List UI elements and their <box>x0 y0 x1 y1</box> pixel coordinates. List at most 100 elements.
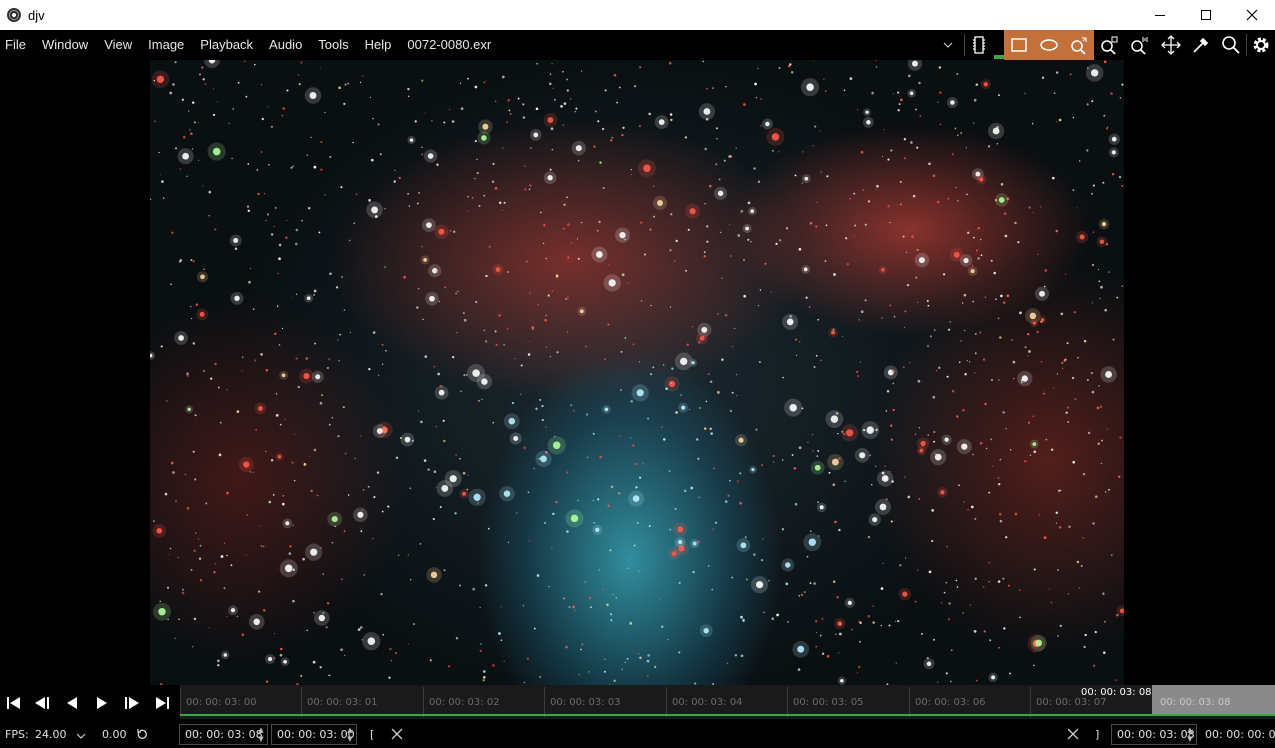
star <box>1108 271 1110 273</box>
star <box>337 435 340 438</box>
star <box>1010 449 1012 451</box>
star <box>1004 234 1008 238</box>
star <box>826 654 830 658</box>
star-glow <box>628 490 645 507</box>
star <box>1106 126 1109 129</box>
star <box>998 512 1002 516</box>
next-frame-button[interactable] <box>120 692 144 714</box>
star <box>860 361 862 363</box>
star <box>482 679 485 682</box>
star <box>435 270 439 273</box>
star-glow <box>279 370 289 380</box>
star <box>890 149 893 152</box>
star <box>641 300 643 302</box>
zoom-frame-icon[interactable] <box>1094 30 1124 60</box>
image-info-icon[interactable] <box>964 30 994 60</box>
set-in-point-button[interactable]: [ <box>370 728 374 741</box>
out-point-field[interactable]: 00: 00: 03: 08 ▲ ▼ <box>1111 724 1197 745</box>
star <box>355 193 358 196</box>
star <box>1033 664 1035 667</box>
file-selector[interactable]: 0072-0080.exr <box>407 30 491 60</box>
pan-icon[interactable] <box>1156 30 1186 60</box>
star <box>190 132 193 136</box>
star <box>1099 405 1103 409</box>
star <box>270 459 274 462</box>
go-to-start-button[interactable] <box>2 692 26 714</box>
star <box>367 485 370 488</box>
star <box>220 555 224 558</box>
star <box>794 338 798 341</box>
minimize-button[interactable] <box>1137 0 1183 30</box>
star <box>463 374 466 377</box>
menu-audio[interactable]: Audio <box>263 30 308 60</box>
star <box>962 408 965 412</box>
clear-in-point-icon[interactable] <box>390 727 404 741</box>
previous-frame-button[interactable] <box>30 692 54 714</box>
star <box>966 359 968 362</box>
ellipse-select-icon[interactable] <box>1034 30 1064 60</box>
star <box>668 470 671 472</box>
star-glow <box>275 452 284 461</box>
go-to-end-button[interactable] <box>150 692 174 714</box>
stepper-arrows-icon[interactable]: ▲ ▼ <box>257 726 265 744</box>
star <box>302 557 305 561</box>
star-glow <box>509 432 522 445</box>
star-glow <box>907 88 916 98</box>
star <box>996 142 999 145</box>
play-forward-button[interactable] <box>90 692 114 714</box>
star <box>474 140 477 143</box>
star <box>702 60 705 63</box>
rectangle-select-icon[interactable] <box>1004 30 1034 60</box>
star-glow <box>571 140 587 156</box>
stepper-arrows-icon[interactable]: ▲ ▼ <box>1186 726 1194 744</box>
star <box>992 465 994 467</box>
star <box>776 613 779 617</box>
image-viewer[interactable] <box>0 60 1275 685</box>
star <box>310 136 312 139</box>
menu-view[interactable]: View <box>98 30 138 60</box>
menu-file[interactable]: File <box>0 30 32 60</box>
current-time-field[interactable]: 00: 00: 03: 08 ▲ ▼ <box>179 724 268 745</box>
star <box>789 315 793 318</box>
menu-playback[interactable]: Playback <box>194 30 259 60</box>
zoom-fit-icon[interactable] <box>1064 30 1094 60</box>
fps-value[interactable]: 24.00 <box>35 728 67 741</box>
star <box>1002 577 1005 580</box>
star <box>973 122 975 124</box>
play-reverse-button[interactable] <box>60 692 84 714</box>
star <box>436 163 439 166</box>
star <box>862 189 865 192</box>
star <box>1074 398 1077 401</box>
star-glow <box>230 291 244 305</box>
settings-icon[interactable] <box>1246 30 1275 60</box>
menu-window[interactable]: Window <box>36 30 94 60</box>
star <box>593 145 596 148</box>
maximize-button[interactable] <box>1183 0 1229 30</box>
chevron-down-icon[interactable] <box>76 729 86 742</box>
set-out-point-button[interactable]: ] <box>1095 728 1099 741</box>
loop-icon[interactable] <box>136 727 150 744</box>
zoom-reset-icon[interactable] <box>1124 30 1154 60</box>
menu-help[interactable]: Help <box>359 30 398 60</box>
star <box>536 574 540 577</box>
close-button[interactable] <box>1229 0 1275 30</box>
stepper-arrows-icon[interactable]: ▲ ▼ <box>346 726 354 744</box>
in-point-field[interactable]: 00: 00: 03: 00 ▲ ▼ <box>271 724 357 745</box>
menu-tools[interactable]: Tools <box>312 30 354 60</box>
menu-image[interactable]: Image <box>142 30 190 60</box>
star <box>864 299 867 302</box>
clear-out-point-icon[interactable] <box>1066 727 1080 741</box>
menu-bar: File Window View Image Playback Audio To… <box>0 30 1275 60</box>
star <box>1055 71 1059 74</box>
star <box>193 549 196 552</box>
star <box>324 111 326 114</box>
chevron-down-icon[interactable] <box>938 30 958 60</box>
star <box>1027 355 1029 357</box>
magnify-icon[interactable] <box>1216 30 1246 60</box>
star <box>533 467 536 470</box>
color-picker-icon[interactable] <box>1186 30 1216 60</box>
star <box>567 223 570 226</box>
star <box>882 562 884 564</box>
star <box>462 471 466 475</box>
title-bar: djv <box>0 0 1275 30</box>
